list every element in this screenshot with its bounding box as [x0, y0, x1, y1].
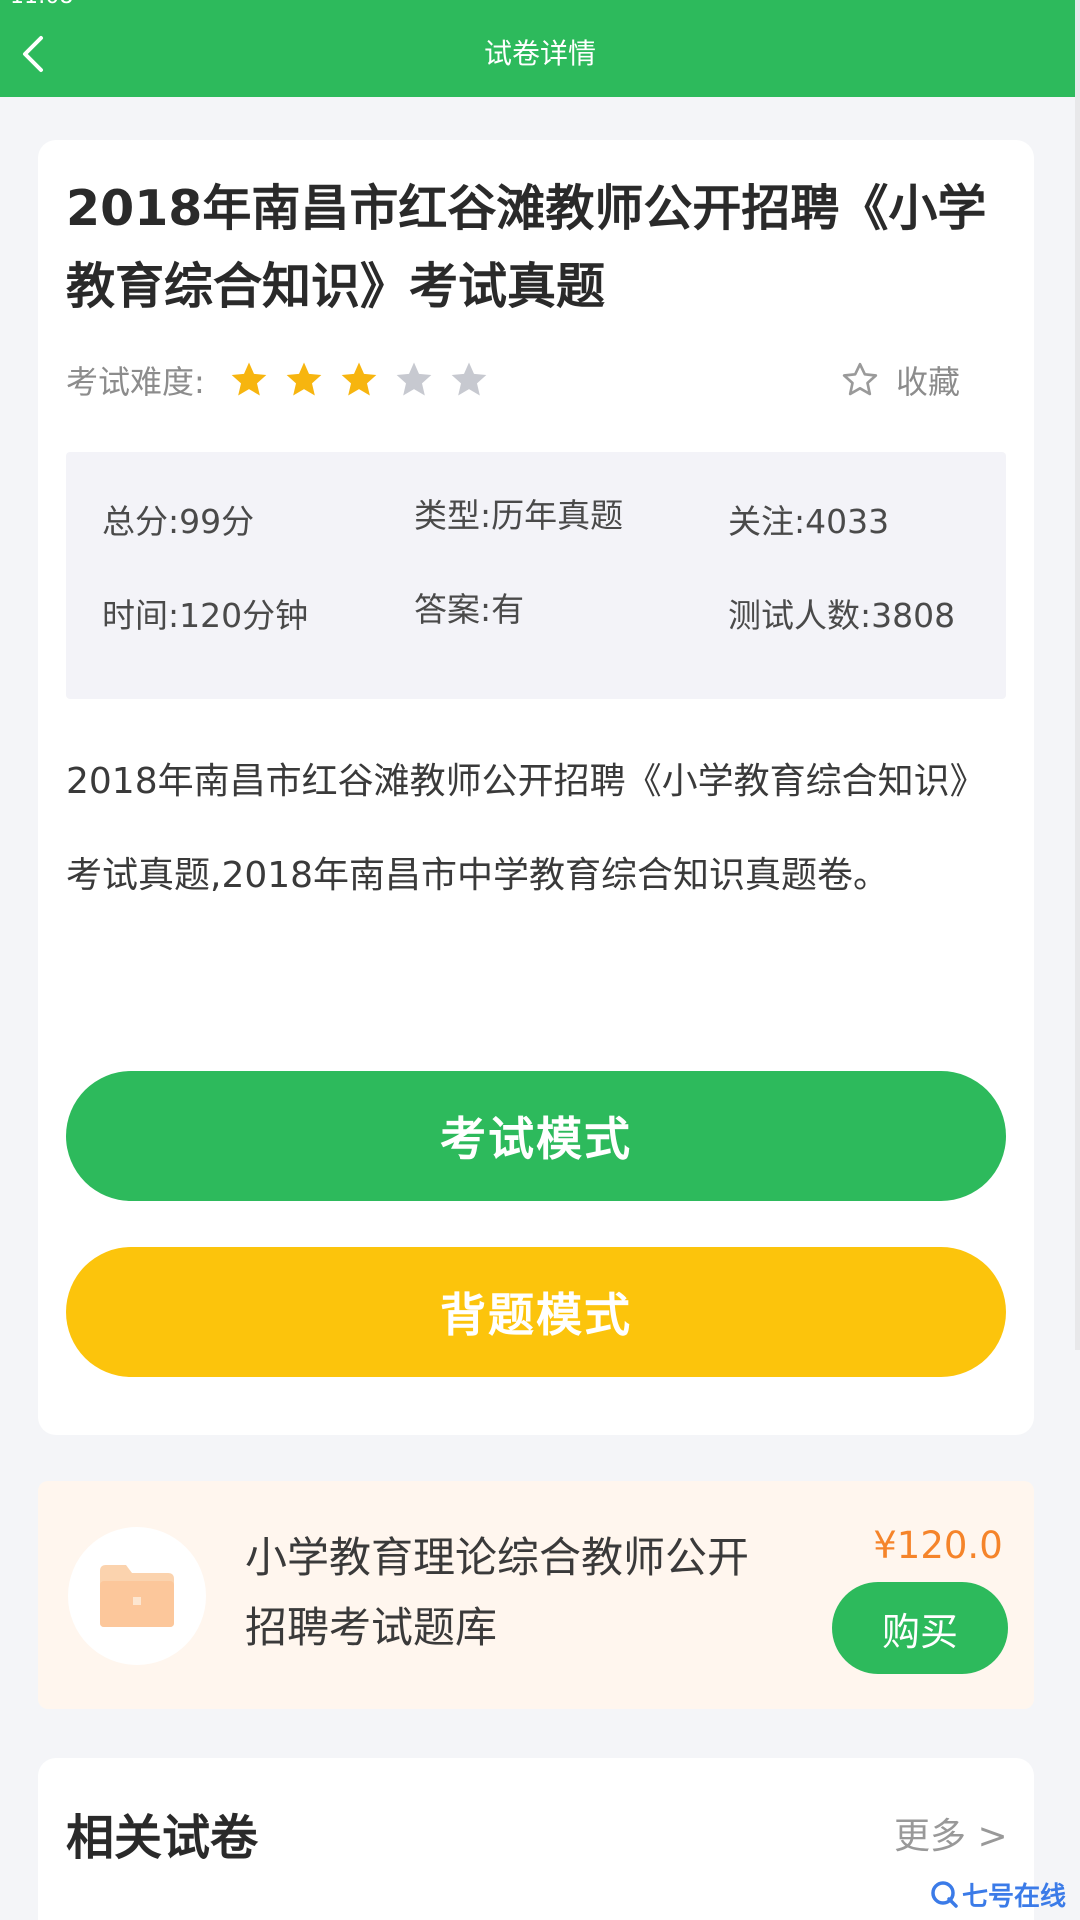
difficulty-label: 考试难度:	[66, 363, 205, 401]
paper-type: 类型:历年真题	[414, 496, 624, 535]
scrollbar[interactable]	[1075, 0, 1080, 1350]
status-time: 11:08	[10, 0, 73, 8]
promo-icon-container	[68, 1527, 206, 1665]
page-title: 试卷详情	[483, 37, 596, 70]
promo-price: ¥120.0	[873, 1524, 1003, 1567]
star-filled-icon	[341, 362, 377, 396]
watermark-logo-icon	[931, 1881, 958, 1908]
paper-info-box: 总分:99分 类型:历年真题 关注:4033 时间:120分钟 答案:有 测试人…	[66, 452, 1006, 699]
watermark: 七号在线	[930, 1874, 1066, 1914]
star-empty-icon	[451, 362, 487, 396]
watermark-text: 七号在线	[962, 1881, 1067, 1912]
question-bank-promo[interactable]: 小学教育理论综合教师公开招聘考试题库 ¥120.0 购买	[38, 1481, 1034, 1709]
star-filled-icon	[286, 362, 322, 396]
paper-description: 2018年南昌市红谷滩教师公开招聘《小学教育综合知识》考试真题,2018年南昌市…	[66, 761, 986, 896]
test-takers-count: 测试人数:3808	[728, 596, 956, 635]
buy-button[interactable]: 购买	[832, 1582, 1008, 1674]
recite-mode-button[interactable]: 背题模式	[66, 1247, 1006, 1377]
folder-icon	[100, 1565, 174, 1627]
favorite-button[interactable]: 收藏	[840, 354, 960, 406]
paper-detail-card: 2018年南昌市红谷滩教师公开招聘《小学教育综合知识》考试真题 考试难度: 收藏…	[38, 140, 1034, 1435]
more-link[interactable]: 更多 >	[894, 1812, 1008, 1862]
total-score: 总分:99分	[102, 502, 255, 541]
favorite-label: 收藏	[896, 363, 961, 401]
answer-availability: 答案:有	[414, 590, 525, 629]
followers-count: 关注:4033	[728, 502, 890, 541]
star-outline-icon	[842, 362, 878, 396]
related-papers-section: 相关试卷 更多 >	[38, 1758, 1034, 1920]
promo-title: 小学教育理论综合教师公开招聘考试题库	[245, 1533, 750, 1652]
star-empty-icon	[396, 362, 432, 396]
star-filled-icon	[231, 362, 267, 396]
star-rating	[229, 360, 489, 400]
difficulty-rating: 考试难度:	[66, 352, 489, 408]
top-bar: 11:08 试卷详情	[0, 0, 1080, 97]
exam-mode-button[interactable]: 考试模式	[66, 1071, 1006, 1201]
exam-duration: 时间:120分钟	[102, 596, 309, 635]
paper-title: 2018年南昌市红谷滩教师公开招聘《小学教育综合知识》考试真题	[66, 180, 987, 315]
related-title: 相关试卷	[66, 1810, 259, 1866]
